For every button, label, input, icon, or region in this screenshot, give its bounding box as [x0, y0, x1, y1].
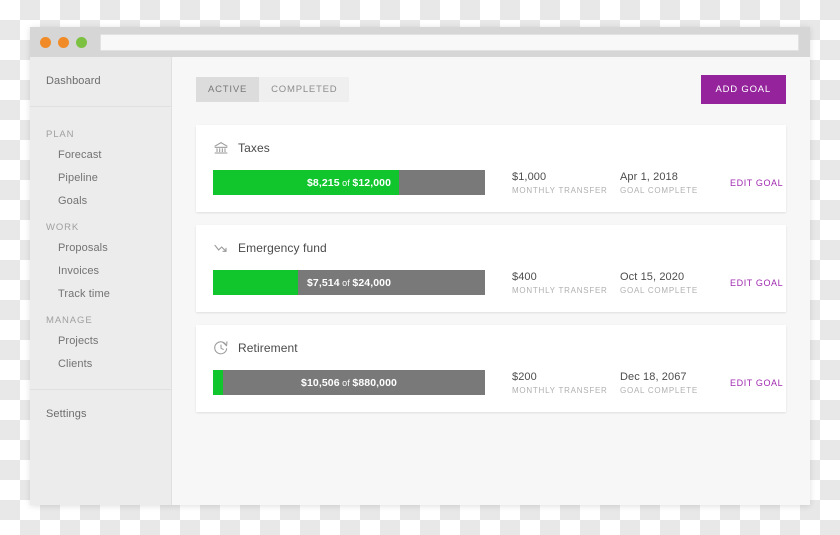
goal-current-amount: $10,506: [301, 376, 340, 389]
edit-goal-link[interactable]: EDIT GOAL: [730, 278, 783, 288]
goal-date-label: GOAL COMPLETE: [620, 285, 698, 295]
sidebar-section-plan: PLAN Forecast Pipeline Goals: [30, 120, 171, 213]
goal-title: Retirement: [238, 341, 298, 355]
minimize-window-icon[interactable]: [58, 36, 69, 48]
edit-goal-link[interactable]: EDIT GOAL: [730, 178, 783, 188]
goal-transfer-value: $400: [512, 270, 537, 283]
goal-meta: $1,000 MONTHLY TRANSFER Apr 1, 2018 GOAL…: [485, 171, 783, 195]
goal-title: Taxes: [238, 141, 270, 155]
goal-meta: $400 MONTHLY TRANSFER Oct 15, 2020 GOAL …: [485, 271, 783, 295]
sidebar-section-work: WORK Proposals Invoices Track time: [30, 213, 171, 306]
sidebar-section-title: MANAGE: [46, 315, 93, 326]
browser-window: Dashboard PLAN Forecast Pipeline Goals W…: [30, 27, 810, 505]
browser-titlebar: [30, 27, 810, 57]
goal-transfer-value: $1,000: [512, 170, 547, 183]
sidebar-section-manage: MANAGE Projects Clients: [30, 306, 171, 376]
goal-progress-bar: $10,506 of $880,000: [213, 370, 485, 395]
goal-target-amount: $880,000: [352, 376, 397, 389]
sidebar-item-label: Track time: [58, 288, 110, 300]
sidebar-item-label: Forecast: [58, 149, 102, 161]
sidebar-item-proposals[interactable]: Proposals: [30, 237, 171, 260]
goal-of-label: of: [342, 177, 350, 188]
goal-of-label: of: [342, 377, 350, 388]
sidebar-item-forecast[interactable]: Forecast: [30, 144, 171, 167]
sidebar-item-dashboard[interactable]: Dashboard: [30, 70, 171, 93]
goal-card-emergency-fund: Emergency fund $7,514 of $24,000 $400 MO…: [196, 225, 786, 312]
sidebar-item-label: Goals: [58, 195, 88, 207]
url-input[interactable]: [100, 33, 799, 51]
edit-goal-link[interactable]: EDIT GOAL: [730, 378, 783, 388]
bank-icon: [213, 140, 229, 156]
sidebar-item-projects[interactable]: Projects: [30, 330, 171, 353]
goal-card-taxes: Taxes $8,215 of $12,000 $1,000 MONTHLY T…: [196, 125, 786, 212]
trend-down-icon: [213, 240, 229, 256]
clock-rotate-icon: [213, 340, 229, 356]
goal-monthly-transfer: $1,000 MONTHLY TRANSFER: [512, 171, 620, 195]
close-window-icon[interactable]: [40, 36, 51, 48]
goal-progress-bar: $7,514 of $24,000: [213, 270, 485, 295]
tab-completed[interactable]: COMPLETED: [259, 77, 350, 102]
goal-transfer-label: MONTHLY TRANSFER: [512, 285, 608, 295]
goals-toolbar: ACTIVE COMPLETED ADD GOAL: [196, 75, 786, 104]
goal-header: Emergency fund: [213, 240, 769, 256]
sidebar-section-title: PLAN: [46, 129, 75, 140]
goal-header: Retirement: [213, 340, 769, 356]
sidebar-item-label: Settings: [46, 408, 87, 420]
sidebar-item-track-time[interactable]: Track time: [30, 283, 171, 306]
goal-complete-date: Dec 18, 2067 GOAL COMPLETE: [620, 371, 730, 395]
goal-date-label: GOAL COMPLETE: [620, 385, 698, 395]
sidebar-item-pipeline[interactable]: Pipeline: [30, 167, 171, 190]
sidebar-item-label: Projects: [58, 335, 99, 347]
goal-body: $8,215 of $12,000 $1,000 MONTHLY TRANSFE…: [213, 170, 783, 195]
goal-status-tabs: ACTIVE COMPLETED: [196, 77, 350, 102]
goal-progress-label: $8,215 of $12,000: [213, 170, 485, 195]
sidebar-item-label: Clients: [58, 358, 93, 370]
goal-progress-label: $10,506 of $880,000: [213, 370, 485, 395]
goal-date-value: Oct 15, 2020: [620, 270, 685, 283]
goal-target-amount: $12,000: [352, 176, 392, 189]
window-controls: [37, 36, 87, 48]
goal-body: $7,514 of $24,000 $400 MONTHLY TRANSFER: [213, 270, 783, 295]
goal-card-retirement: Retirement $10,506 of $880,000 $200 MONT…: [196, 325, 786, 412]
goal-body: $10,506 of $880,000 $200 MONTHLY TRANSFE…: [213, 370, 783, 395]
sidebar-item-settings[interactable]: Settings: [30, 403, 171, 426]
goal-progress-bar: $8,215 of $12,000: [213, 170, 485, 195]
goal-transfer-value: $200: [512, 370, 537, 383]
goal-complete-date: Oct 15, 2020 GOAL COMPLETE: [620, 271, 730, 295]
sidebar-bottom-group: Settings: [30, 389, 171, 426]
sidebar-section-title: WORK: [46, 222, 80, 233]
goal-date-value: Apr 1, 2018: [620, 170, 678, 183]
goal-monthly-transfer: $400 MONTHLY TRANSFER: [512, 271, 620, 295]
sidebar: Dashboard PLAN Forecast Pipeline Goals W…: [30, 57, 172, 505]
main-content: ACTIVE COMPLETED ADD GOAL Taxes $8,215 o…: [172, 57, 810, 505]
goal-meta: $200 MONTHLY TRANSFER Dec 18, 2067 GOAL …: [485, 371, 783, 395]
add-goal-button[interactable]: ADD GOAL: [700, 75, 786, 104]
goal-progress-label: $7,514 of $24,000: [213, 270, 485, 295]
tab-active[interactable]: ACTIVE: [196, 77, 260, 102]
goal-monthly-transfer: $200 MONTHLY TRANSFER: [512, 371, 620, 395]
app-body: Dashboard PLAN Forecast Pipeline Goals W…: [30, 57, 810, 505]
sidebar-item-label: Proposals: [58, 242, 108, 254]
goal-current-amount: $8,215: [306, 176, 340, 189]
goal-target-amount: $24,000: [352, 276, 392, 289]
goal-header: Taxes: [213, 140, 769, 156]
goal-date-value: Dec 18, 2067: [620, 370, 687, 383]
maximize-window-icon[interactable]: [76, 36, 87, 48]
goal-of-label: of: [342, 277, 350, 288]
sidebar-item-label: Invoices: [58, 265, 100, 277]
goal-title: Emergency fund: [238, 241, 327, 255]
goal-transfer-label: MONTHLY TRANSFER: [512, 185, 608, 195]
goals-list: Taxes $8,215 of $12,000 $1,000 MONTHLY T…: [196, 125, 786, 412]
goal-transfer-label: MONTHLY TRANSFER: [512, 385, 608, 395]
sidebar-item-clients[interactable]: Clients: [30, 353, 171, 376]
sidebar-top-group: Dashboard: [30, 70, 171, 107]
sidebar-item-invoices[interactable]: Invoices: [30, 260, 171, 283]
sidebar-item-goals[interactable]: Goals: [30, 190, 171, 213]
sidebar-item-label: Pipeline: [58, 172, 98, 184]
goal-current-amount: $7,514: [306, 276, 340, 289]
goal-date-label: GOAL COMPLETE: [620, 185, 698, 195]
sidebar-item-label: Dashboard: [46, 75, 101, 87]
goal-complete-date: Apr 1, 2018 GOAL COMPLETE: [620, 171, 730, 195]
